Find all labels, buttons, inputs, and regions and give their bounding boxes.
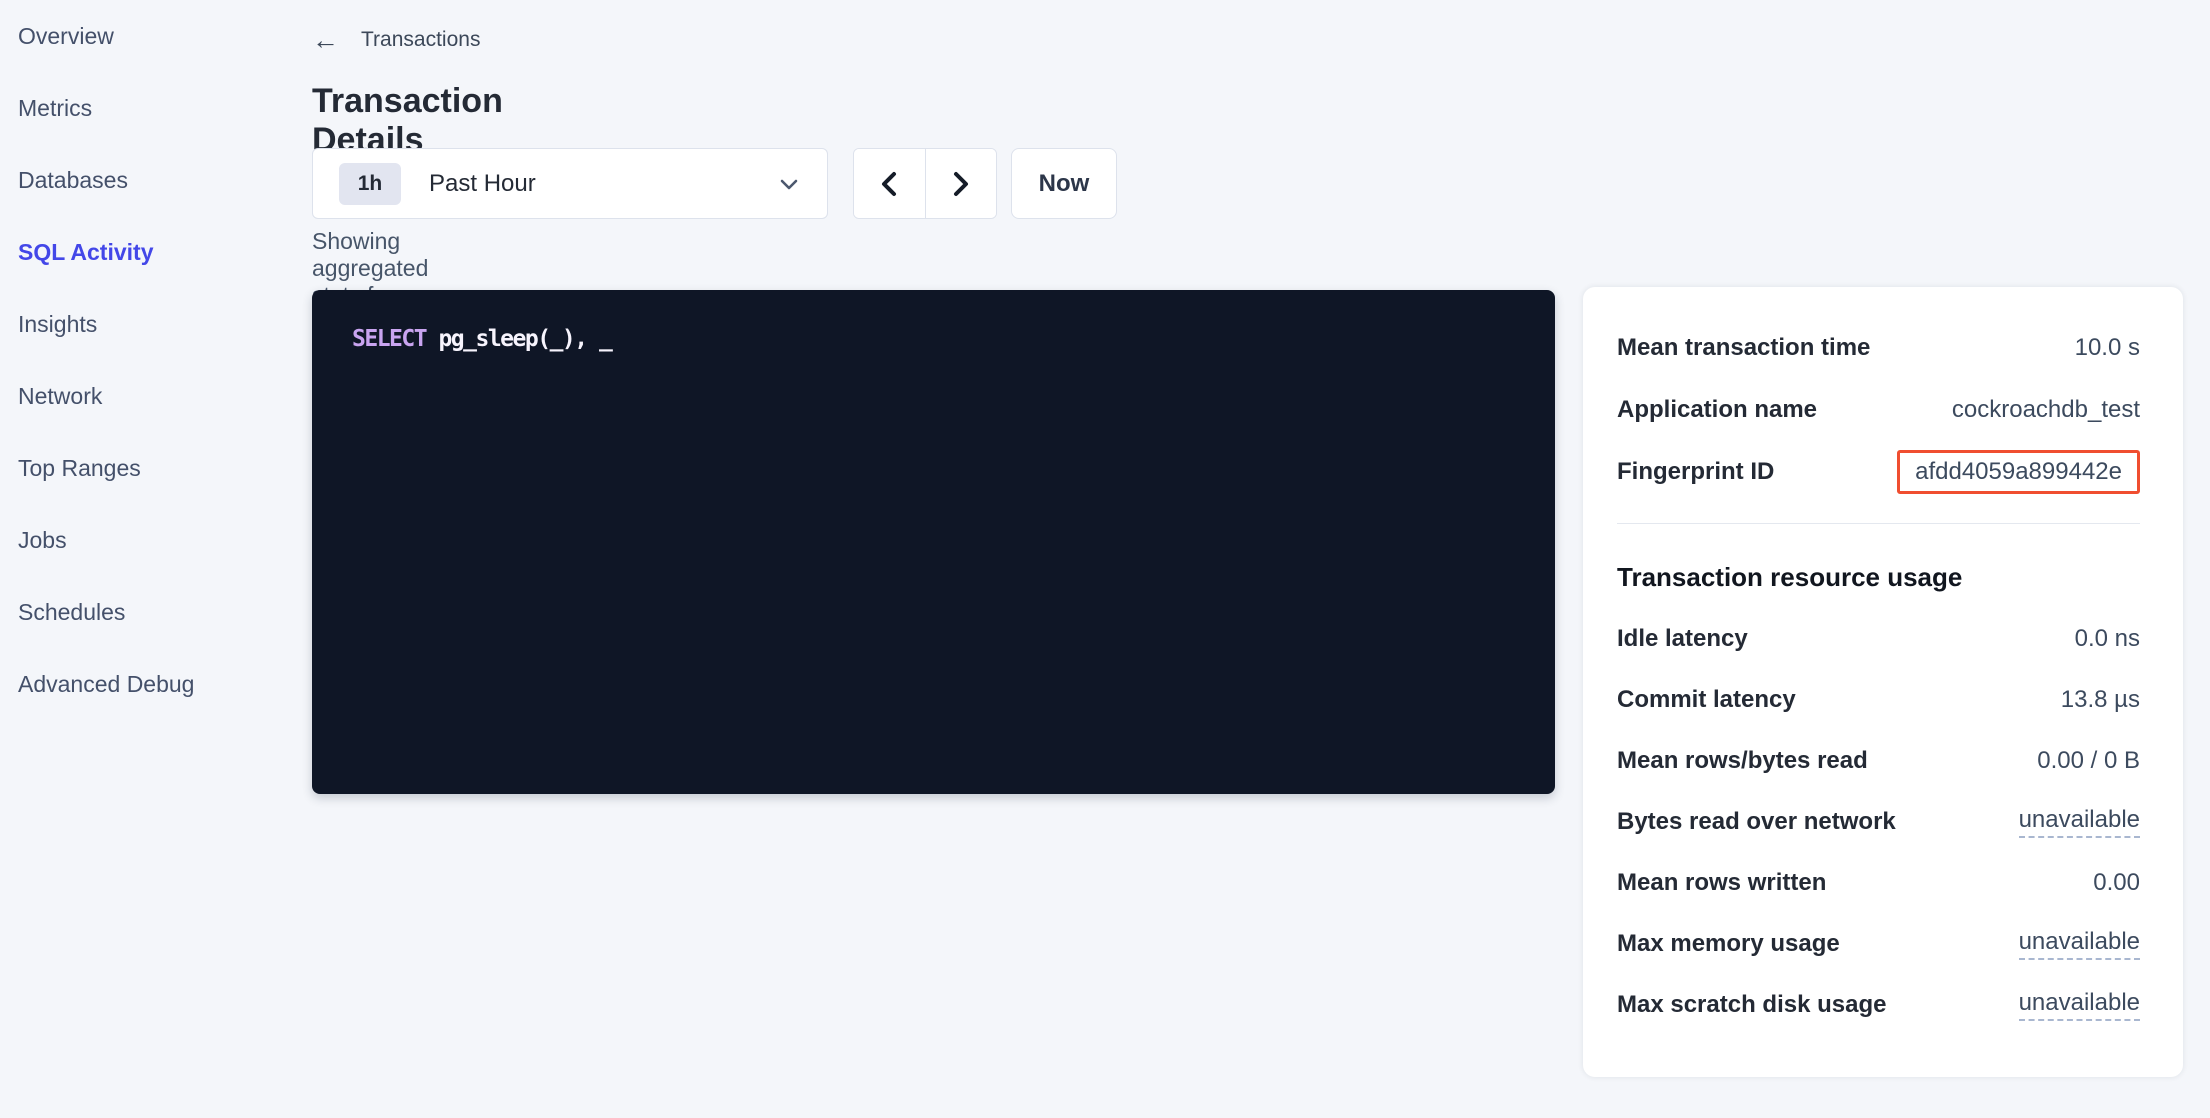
max-scratch-disk-usage-row: Max scratch disk usage unavailable <box>1617 974 2140 1035</box>
row-value: 0.00 / 0 B <box>2037 747 2140 775</box>
time-range-select[interactable]: 1h Past Hour <box>312 148 828 219</box>
sidebar-item-databases[interactable]: Databases <box>0 144 300 216</box>
time-range-badge: 1h <box>339 163 401 205</box>
row-label: Fingerprint ID <box>1617 458 1774 486</box>
row-label: Max scratch disk usage <box>1617 991 1886 1019</box>
chevron-left-icon <box>876 169 902 199</box>
time-range-label: Past Hour <box>429 170 777 198</box>
sidebar-item-sql-activity[interactable]: SQL Activity <box>0 216 300 288</box>
next-time-window-button[interactable] <box>926 149 997 218</box>
sql-statement-box: SELECT pg_sleep(_), _ <box>312 290 1555 794</box>
row-value: cockroachdb_test <box>1952 396 2140 424</box>
row-value: 10.0 s <box>2075 334 2140 362</box>
time-window-nav-group <box>853 148 997 219</box>
sql-statement-text: SELECT pg_sleep(_), _ <box>352 326 1515 352</box>
sidebar-item-top-ranges[interactable]: Top Ranges <box>0 432 300 504</box>
unavailable-value-tooltip[interactable]: unavailable <box>2019 989 2140 1021</box>
commit-latency-row: Commit latency 13.8 µs <box>1617 669 2140 730</box>
resource-usage-rows: Idle latency 0.0 ns Commit latency 13.8 … <box>1617 608 2140 1035</box>
row-label: Mean rows written <box>1617 869 1826 897</box>
sidebar-item-network[interactable]: Network <box>0 360 300 432</box>
sidebar-item-metrics[interactable]: Metrics <box>0 72 300 144</box>
fingerprint-id-value-highlighted: afdd4059a899442e <box>1897 450 2140 494</box>
idle-latency-row: Idle latency 0.0 ns <box>1617 608 2140 669</box>
sidebar-item-overview[interactable]: Overview <box>0 0 300 72</box>
row-value: 0.00 <box>2093 869 2140 897</box>
sidebar-nav: Overview Metrics Databases SQL Activity … <box>0 0 300 1118</box>
back-to-transactions-link[interactable]: ← Transactions <box>312 24 480 56</box>
sidebar-item-insights[interactable]: Insights <box>0 288 300 360</box>
sidebar-item-advanced-debug[interactable]: Advanced Debug <box>0 648 300 720</box>
prev-time-window-button[interactable] <box>854 149 926 218</box>
sql-body: pg_sleep(_), _ <box>426 326 611 352</box>
time-controls: 1h Past Hour Now <box>312 148 1117 219</box>
bytes-read-over-network-row: Bytes read over network unavailable <box>1617 791 2140 852</box>
back-link-label: Transactions <box>361 28 480 52</box>
fingerprint-id-row: Fingerprint ID afdd4059a899442e <box>1617 441 2140 503</box>
arrow-left-icon: ← <box>312 27 339 54</box>
sidebar-item-schedules[interactable]: Schedules <box>0 576 300 648</box>
unavailable-value-tooltip[interactable]: unavailable <box>2019 806 2140 838</box>
max-memory-usage-row: Max memory usage unavailable <box>1617 913 2140 974</box>
unavailable-value-tooltip[interactable]: unavailable <box>2019 928 2140 960</box>
sql-keyword: SELECT <box>352 326 426 352</box>
row-label: Mean rows/bytes read <box>1617 747 1868 775</box>
transaction-details-panel: Mean transaction time 10.0 s Application… <box>1583 287 2183 1077</box>
row-label: Bytes read over network <box>1617 808 1896 836</box>
row-label: Commit latency <box>1617 686 1796 714</box>
row-value: 0.0 ns <box>2075 625 2140 653</box>
sidebar-item-jobs[interactable]: Jobs <box>0 504 300 576</box>
chevron-down-icon <box>777 172 801 196</box>
mean-rows-written-row: Mean rows written 0.00 <box>1617 852 2140 913</box>
mean-transaction-time-row: Mean transaction time 10.0 s <box>1617 317 2140 379</box>
row-label: Idle latency <box>1617 625 1748 653</box>
row-label: Max memory usage <box>1617 930 1840 958</box>
row-label: Application name <box>1617 396 1817 424</box>
chevron-right-icon <box>948 169 974 199</box>
resource-usage-section-title: Transaction resource usage <box>1617 560 2140 594</box>
row-value: 13.8 µs <box>2061 686 2140 714</box>
application-name-row: Application name cockroachdb_test <box>1617 379 2140 441</box>
panel-divider <box>1617 523 2140 524</box>
mean-rows-bytes-read-row: Mean rows/bytes read 0.00 / 0 B <box>1617 730 2140 791</box>
now-button[interactable]: Now <box>1011 148 1117 219</box>
row-label: Mean transaction time <box>1617 334 1870 362</box>
